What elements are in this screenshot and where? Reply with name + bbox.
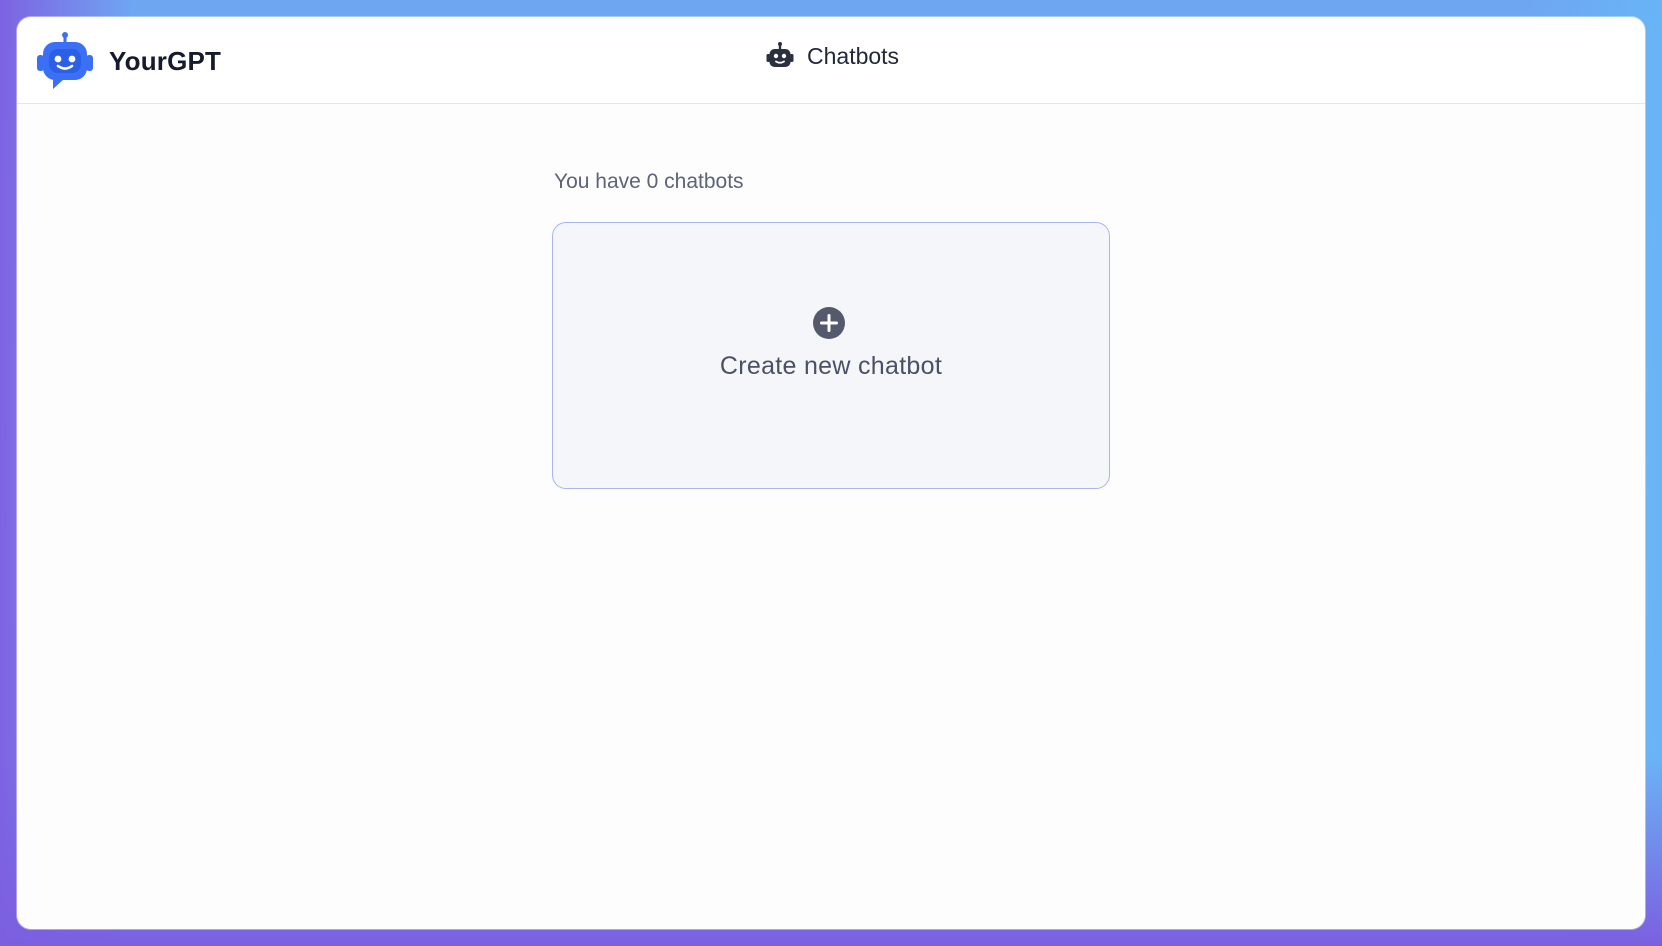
chatbot-count-text: You have 0 chatbots	[554, 170, 744, 193]
main-content: You have 0 chatbots Create new chatbot	[17, 104, 1645, 929]
app-window: YourGPT Chatbots You have 0 chatbots Cre…	[17, 17, 1645, 929]
robot-chat-logo-icon	[37, 32, 93, 89]
create-new-chatbot-button[interactable]: Create new chatbot	[552, 222, 1110, 489]
brand-home-link[interactable]: YourGPT	[35, 31, 221, 91]
create-new-chatbot-label: Create new chatbot	[719, 352, 943, 380]
plus-circle-icon	[813, 307, 845, 339]
app-name: YourGPT	[109, 45, 222, 76]
nav-chatbots[interactable]: Chatbots	[765, 41, 899, 71]
robot-icon	[766, 42, 794, 67]
top-navigation-bar: YourGPT Chatbots	[17, 17, 1645, 104]
nav-chatbots-label: Chatbots	[807, 42, 900, 69]
